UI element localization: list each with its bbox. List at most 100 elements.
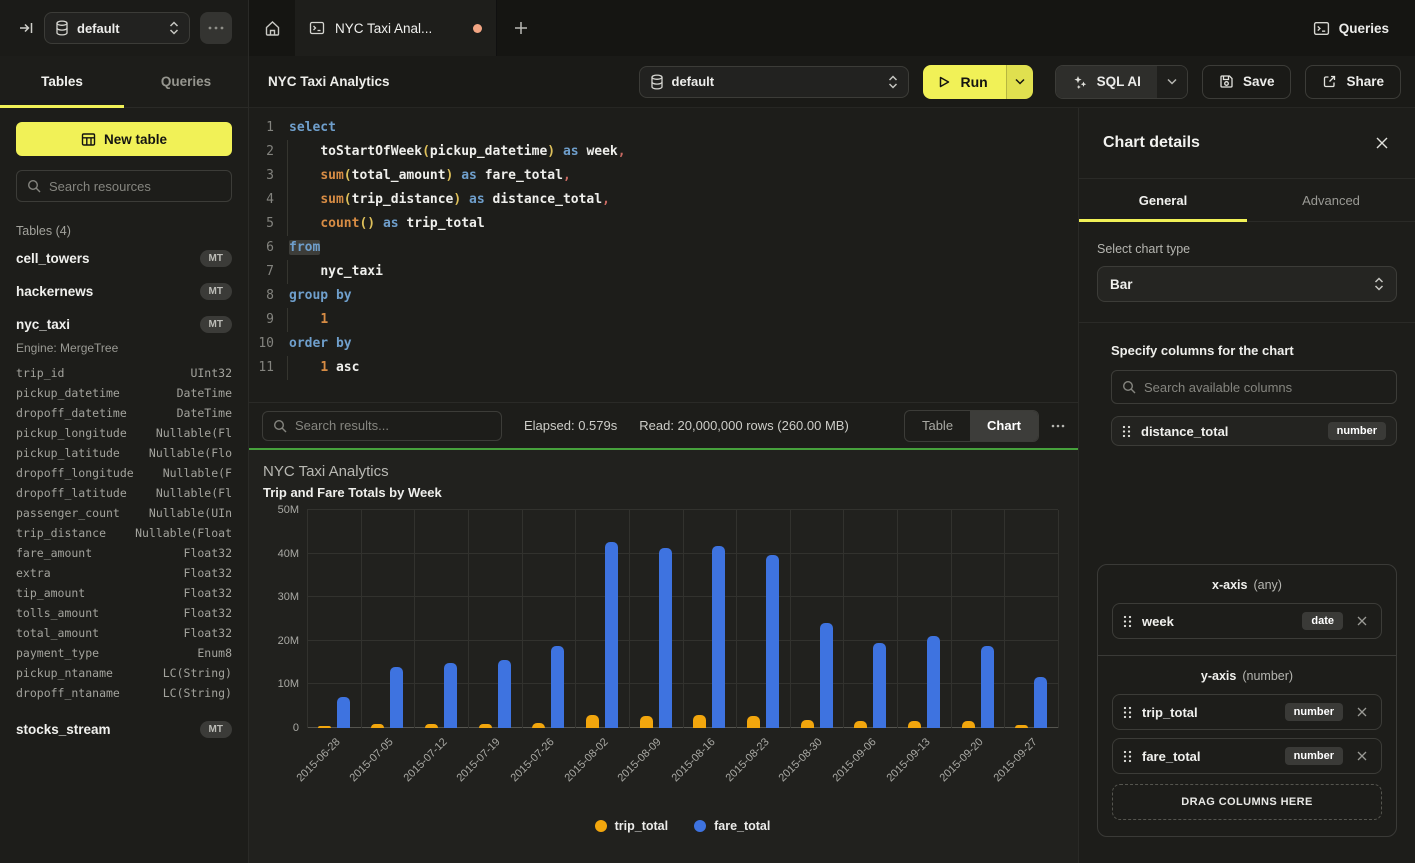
results-search-input[interactable] xyxy=(295,418,491,433)
bar-fare_total[interactable] xyxy=(766,555,779,728)
bar-trip_total[interactable] xyxy=(908,721,921,728)
close-icon xyxy=(1357,616,1367,626)
topbar-left: default xyxy=(0,0,249,56)
sidebar-tab-tables[interactable]: Tables xyxy=(0,56,124,107)
panel-tab-general[interactable]: General xyxy=(1079,179,1247,221)
close-icon xyxy=(1357,751,1367,761)
table-column-row[interactable]: trip_distanceNullable(Float xyxy=(16,523,232,543)
table-column-row[interactable]: dropoff_datetimeDateTime xyxy=(16,403,232,423)
save-button[interactable]: Save xyxy=(1202,65,1292,99)
columns-search-input[interactable] xyxy=(1144,380,1386,395)
bar-fare_total[interactable] xyxy=(927,636,940,728)
remove-column-button[interactable] xyxy=(1353,703,1371,721)
column-type: Float32 xyxy=(184,543,232,563)
bar-trip_total[interactable] xyxy=(747,716,760,728)
sidebar-more-options-button[interactable] xyxy=(200,12,232,44)
bar-fare_total[interactable] xyxy=(444,663,457,728)
bar-fare_total[interactable] xyxy=(873,643,886,728)
bar-fare_total[interactable] xyxy=(1034,677,1047,728)
x-axis-hint: (any) xyxy=(1253,578,1281,592)
sidebar-search-input[interactable] xyxy=(49,179,221,194)
table-row[interactable]: nyc_taxiMT xyxy=(16,308,232,341)
table-column-row[interactable]: pickup_ntanameLC(String) xyxy=(16,663,232,683)
column-pill-name: week xyxy=(1142,614,1292,629)
line-number: 3 xyxy=(249,164,289,188)
column-name: passenger_count xyxy=(16,503,120,523)
sql-ai-button[interactable]: SQL AI xyxy=(1056,66,1157,98)
chart-plot[interactable] xyxy=(307,510,1058,728)
y-tick-label: 0 xyxy=(293,722,299,734)
database-selector[interactable]: default xyxy=(44,12,190,44)
sql-ai-options-button[interactable] xyxy=(1157,66,1187,98)
table-column-row[interactable]: dropoff_longitudeNullable(F xyxy=(16,463,232,483)
table-column-row[interactable]: pickup_datetimeDateTime xyxy=(16,383,232,403)
bar-fare_total[interactable] xyxy=(390,667,403,728)
column-pill-week[interactable]: weekdate xyxy=(1112,603,1382,639)
table-row[interactable]: stocks_streamMT xyxy=(16,713,232,746)
table-column-row[interactable]: tip_amountFloat32 xyxy=(16,583,232,603)
drag-columns-drop-zone[interactable]: DRAG COLUMNS HERE xyxy=(1112,784,1382,820)
table-column-row[interactable]: fare_amountFloat32 xyxy=(16,543,232,563)
bar-fare_total[interactable] xyxy=(820,623,833,728)
column-pill-name: trip_total xyxy=(1142,705,1275,720)
table-column-row[interactable]: pickup_longitudeNullable(Fl xyxy=(16,423,232,443)
table-row[interactable]: cell_towersMT xyxy=(16,242,232,275)
bar-trip_total[interactable] xyxy=(693,715,706,728)
table-column-row[interactable]: tolls_amountFloat32 xyxy=(16,603,232,623)
bar-trip_total[interactable] xyxy=(640,716,653,728)
bar-trip_total[interactable] xyxy=(586,715,599,728)
run-options-button[interactable] xyxy=(1006,65,1033,99)
collapse-sidebar-button[interactable] xyxy=(18,20,34,36)
bar-fare_total[interactable] xyxy=(981,646,994,728)
bar-fare_total[interactable] xyxy=(605,542,618,728)
new-table-button[interactable]: New table xyxy=(16,122,232,156)
table-column-row[interactable]: extraFloat32 xyxy=(16,563,232,583)
table-column-row[interactable]: pickup_latitudeNullable(Flo xyxy=(16,443,232,463)
home-button[interactable] xyxy=(249,0,295,56)
table-row[interactable]: hackernewsMT xyxy=(16,275,232,308)
query-tab[interactable]: NYC Taxi Anal... xyxy=(295,0,497,56)
bar-fare_total[interactable] xyxy=(498,660,511,728)
share-button[interactable]: Share xyxy=(1305,65,1401,99)
view-toggle-chart[interactable]: Chart xyxy=(970,411,1038,441)
toolbar-database-selector[interactable]: default xyxy=(639,66,910,98)
play-icon xyxy=(937,75,951,89)
table-column-row[interactable]: dropoff_ntanameLC(String) xyxy=(16,683,232,703)
x-axis-header: x-axis(any) xyxy=(1112,578,1382,592)
bar-fare_total[interactable] xyxy=(659,548,672,728)
table-column-row[interactable]: payment_typeEnum8 xyxy=(16,643,232,663)
column-pill-fare_total[interactable]: fare_totalnumber xyxy=(1112,738,1382,774)
bar-fare_total[interactable] xyxy=(337,697,350,728)
chart-type-dropdown[interactable]: Bar xyxy=(1097,266,1397,302)
x-tick-label: 2015-07-26 xyxy=(509,736,557,784)
column-pill-distance_total[interactable]: distance_totalnumber xyxy=(1111,416,1397,446)
available-columns-list: distance_totalnumber xyxy=(1111,416,1397,446)
sidebar-tab-queries[interactable]: Queries xyxy=(124,56,248,107)
new-tab-button[interactable] xyxy=(497,0,545,56)
table-column-row[interactable]: total_amountFloat32 xyxy=(16,623,232,643)
sql-editor[interactable]: 1select2 toStartOfWeek(pickup_datetime) … xyxy=(249,108,1078,402)
drag-handle-icon xyxy=(1123,706,1132,719)
legend-item-fare_total[interactable]: fare_total xyxy=(694,819,770,833)
x-tick-label: 2015-07-19 xyxy=(455,736,503,784)
table-column-row[interactable]: trip_idUInt32 xyxy=(16,363,232,383)
remove-column-button[interactable] xyxy=(1353,612,1371,630)
view-toggle-table[interactable]: Table xyxy=(905,411,970,441)
run-button[interactable]: Run xyxy=(923,65,1005,99)
table-column-row[interactable]: dropoff_latitudeNullable(Fl xyxy=(16,483,232,503)
collapse-sidebar-icon xyxy=(18,20,34,36)
column-name: dropoff_longitude xyxy=(16,463,134,483)
close-panel-button[interactable] xyxy=(1373,134,1391,152)
results-more-options-button[interactable] xyxy=(1051,424,1065,428)
column-pill-trip_total[interactable]: trip_totalnumber xyxy=(1112,694,1382,730)
bar-trip_total[interactable] xyxy=(801,720,814,728)
panel-tab-advanced[interactable]: Advanced xyxy=(1247,179,1415,221)
bar-fare_total[interactable] xyxy=(712,546,725,728)
sparkles-icon xyxy=(1072,74,1088,90)
bar-fare_total[interactable] xyxy=(551,646,564,728)
remove-column-button[interactable] xyxy=(1353,747,1371,765)
table-column-row[interactable]: passenger_countNullable(UIn xyxy=(16,503,232,523)
legend-item-trip_total[interactable]: trip_total xyxy=(595,819,668,833)
queries-button[interactable]: Queries xyxy=(1287,0,1415,56)
axes-card: x-axis(any) weekdate y-axis(number) trip… xyxy=(1097,564,1397,837)
